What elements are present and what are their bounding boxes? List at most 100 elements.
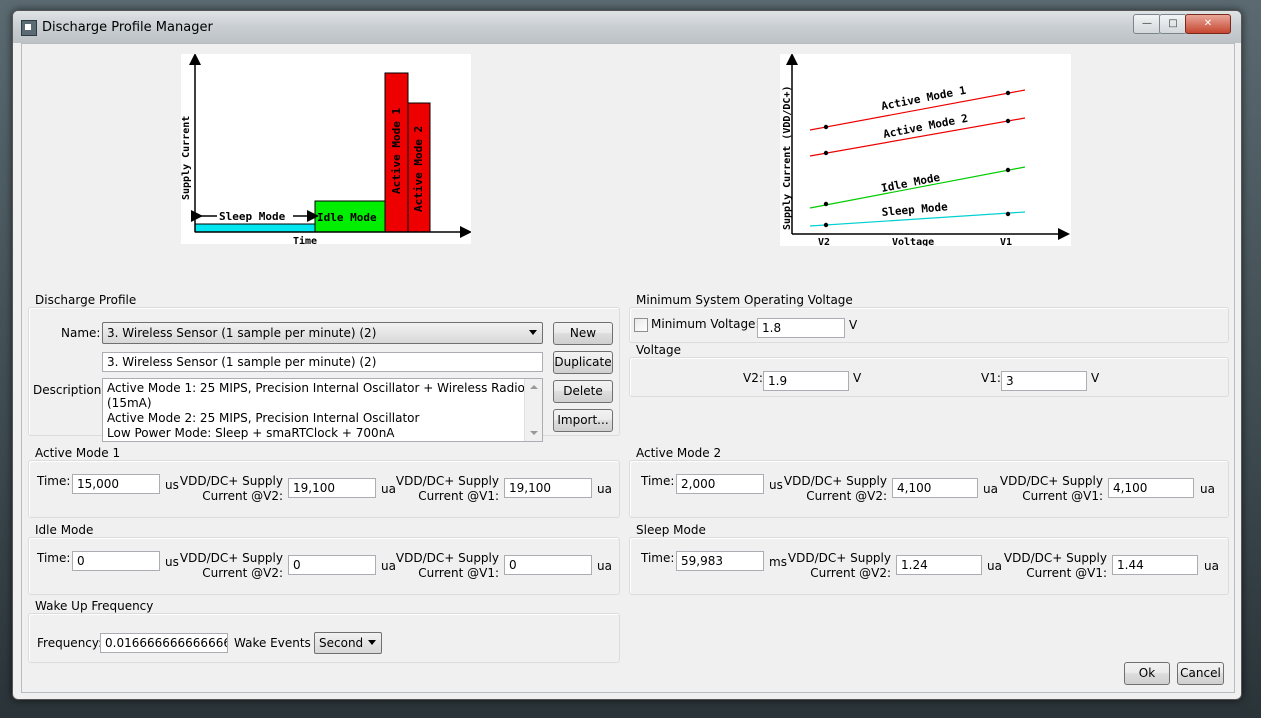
group-title: Idle Mode xyxy=(35,523,94,537)
voltage-axis-label: Voltage xyxy=(892,237,934,246)
discharge-profile-group: Discharge Profile Name: 3. Wireless Sens… xyxy=(28,293,620,442)
current-v1-unit: ua xyxy=(1204,559,1219,573)
sleep-mode-line-label: Sleep Mode xyxy=(881,200,948,219)
current-v2-label-2: Current @V2: xyxy=(202,489,283,503)
current-v1-label-1: VDD/DC+ Supply xyxy=(395,474,499,488)
sleep-mode-label: Sleep Mode xyxy=(219,210,286,223)
active1-current-v2-input[interactable]: 19,100 xyxy=(288,478,376,498)
v1-input[interactable]: 3 xyxy=(1001,371,1087,391)
time-unit: us xyxy=(769,478,783,492)
ok-button[interactable]: Ok xyxy=(1124,662,1170,685)
idle-mode-label: Idle Mode xyxy=(317,211,377,224)
current-v2-label-2: Current @V2: xyxy=(202,566,283,580)
v2-tick-label: V2 xyxy=(818,237,830,246)
description-line-2: Active Mode 2: 25 MIPS, Precision Intern… xyxy=(107,411,420,425)
new-button[interactable]: New xyxy=(553,322,613,345)
active-mode-1-group: Active Mode 1 Time: 15,000 us VDD/DC+ Su… xyxy=(28,446,620,518)
active1-current-v1-input[interactable]: 19,100 xyxy=(504,478,592,498)
name-label: Name: xyxy=(61,326,101,340)
point-idle-v2 xyxy=(823,201,829,207)
scroll-up-icon[interactable] xyxy=(530,385,538,389)
dialog-body: Sleep Mode Idle Mode Active Mode 1 Activ… xyxy=(21,43,1235,693)
wake-unit-selected: Second xyxy=(319,636,364,650)
window-title: Discharge Profile Manager xyxy=(42,20,213,35)
group-title: Wake Up Frequency xyxy=(35,599,154,613)
sleep-current-v2-input[interactable]: 1.24 xyxy=(896,555,982,575)
time-axis-label: Time xyxy=(293,235,317,244)
v1-label: V1: xyxy=(981,371,1001,385)
title-bar[interactable]: Discharge Profile Manager — □ ✕ xyxy=(13,11,1241,43)
v1-tick-label: V1 xyxy=(1000,237,1012,246)
description-scrollbar[interactable] xyxy=(524,379,542,441)
delete-button[interactable]: Delete xyxy=(553,380,613,403)
current-v2-label-1: VDD/DC+ Supply xyxy=(783,474,887,488)
active-mode-2-label: Active Mode 2 xyxy=(412,126,425,212)
voltage-group: Voltage V2: 1.9 V V1: 3 V xyxy=(629,343,1229,397)
active2-time-input[interactable]: 2,000 xyxy=(676,474,764,494)
point-a1-v2 xyxy=(823,124,829,130)
idle-current-v1-input[interactable]: 0 xyxy=(504,555,592,575)
sleep-mode-group: Sleep Mode Time: 59,983 ms VDD/DC+ Suppl… xyxy=(629,523,1229,595)
minimize-button[interactable]: — xyxy=(1133,14,1161,34)
min-voltage-group: Minimum System Operating Voltage Minimum… xyxy=(629,293,1229,343)
point-sleep-v1 xyxy=(1005,211,1011,217)
profile-name-selected: 3. Wireless Sensor (1 sample per minute)… xyxy=(107,326,377,340)
v2-unit: V xyxy=(853,371,862,385)
maximize-button[interactable]: □ xyxy=(1159,14,1187,34)
idle-current-v2-input[interactable]: 0 xyxy=(288,555,376,575)
current-v2-label-1: VDD/DC+ Supply xyxy=(179,474,283,488)
time-label: Time: xyxy=(641,551,675,565)
current-v2-unit: ua xyxy=(983,482,998,496)
current-v1-label-2: Current @V1: xyxy=(418,566,499,580)
current-v2-label-2: Current @V2: xyxy=(810,566,891,580)
point-idle-v1 xyxy=(1005,167,1011,173)
sleep-current-v1-input[interactable]: 1.44 xyxy=(1112,555,1198,575)
current-v2-unit: ua xyxy=(987,559,1002,573)
current-v1-unit: ua xyxy=(597,559,612,573)
wake-unit-dropdown[interactable]: Second xyxy=(314,632,382,654)
time-label: Time: xyxy=(37,551,71,565)
cancel-button[interactable]: Cancel xyxy=(1177,662,1224,685)
min-voltage-input[interactable]: 1.8 xyxy=(757,318,845,338)
voltage-current-diagram: Active Mode 1 Active Mode 2 Idle Mode Sl… xyxy=(780,53,1071,248)
active-mode-1-label: Active Mode 1 xyxy=(390,108,403,194)
close-button[interactable]: ✕ xyxy=(1185,14,1231,34)
current-profile-diagram: Sleep Mode Idle Mode Active Mode 1 Activ… xyxy=(181,53,472,247)
time-unit: us xyxy=(165,555,179,569)
active2-current-v2-input[interactable]: 4,100 xyxy=(892,478,978,498)
time-label: Time: xyxy=(641,474,675,488)
v2-label: V2: xyxy=(743,371,763,385)
min-voltage-checkbox[interactable] xyxy=(634,318,648,332)
current-v1-label-2: Current @V1: xyxy=(418,489,499,503)
current-v1-label-2: Current @V1: xyxy=(1026,566,1107,580)
group-title: Discharge Profile xyxy=(35,293,137,307)
scroll-down-icon[interactable] xyxy=(530,431,538,435)
current-v2-label-1: VDD/DC+ Supply xyxy=(179,551,283,565)
current-v2-label-1: VDD/DC+ Supply xyxy=(787,551,891,565)
frequency-input[interactable]: 0.0166666666666666 xyxy=(100,633,228,653)
sleep-time-input[interactable]: 59,983 xyxy=(676,551,764,571)
time-unit: us xyxy=(165,478,179,492)
profile-name-field[interactable]: 3. Wireless Sensor (1 sample per minute)… xyxy=(102,352,543,372)
wake-frequency-group: Wake Up Frequency Frequency: 0.016666666… xyxy=(28,599,620,663)
duplicate-button[interactable]: Duplicate xyxy=(553,351,613,374)
group-title: Sleep Mode xyxy=(636,523,706,537)
voltage-current-svg: Active Mode 1 Active Mode 2 Idle Mode Sl… xyxy=(782,53,1070,248)
app-icon xyxy=(21,20,37,36)
profile-name-dropdown[interactable]: 3. Wireless Sensor (1 sample per minute)… xyxy=(102,322,543,344)
group-title: Voltage xyxy=(636,343,682,357)
current-v1-label-1: VDD/DC+ Supply xyxy=(1003,551,1107,565)
time-unit: ms xyxy=(769,555,787,569)
current-v1-label-1: VDD/DC+ Supply xyxy=(999,474,1103,488)
group-title: Active Mode 2 xyxy=(636,446,722,460)
import-button[interactable]: Import... xyxy=(553,409,613,432)
active2-current-v1-input[interactable]: 4,100 xyxy=(1108,478,1194,498)
active1-time-input[interactable]: 15,000 xyxy=(72,474,160,494)
idle-time-input[interactable]: 0 xyxy=(72,551,160,571)
point-a2-v1 xyxy=(1005,118,1011,124)
description-textarea[interactable]: Active Mode 1: 25 MIPS, Precision Intern… xyxy=(102,378,543,442)
current-v1-label-1: VDD/DC+ Supply xyxy=(395,551,499,565)
point-sleep-v2 xyxy=(823,222,829,228)
description-line-1: Active Mode 1: 25 MIPS, Precision Intern… xyxy=(107,381,525,410)
v2-input[interactable]: 1.9 xyxy=(763,371,849,391)
